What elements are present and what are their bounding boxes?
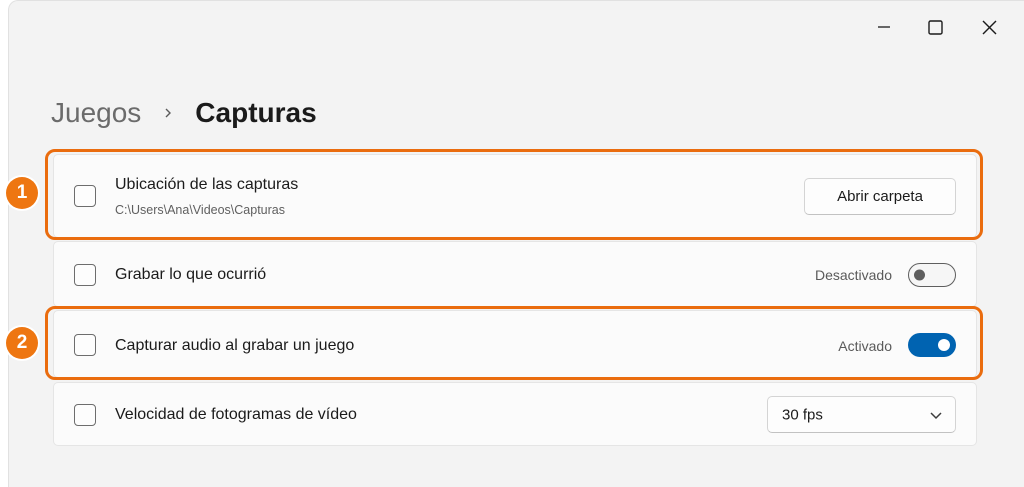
step-marker-1: 1	[6, 177, 38, 209]
maximize-icon	[927, 19, 943, 35]
framerate-dropdown[interactable]: 30 fps	[767, 396, 956, 433]
close-button[interactable]	[964, 1, 1014, 53]
record-what-happened-toggle[interactable]	[908, 263, 956, 287]
framerate-selected-value: 30 fps	[782, 406, 823, 423]
framerate-label: Velocidad de fotogramas de vídeo	[115, 406, 357, 423]
framerate-card: Velocidad de fotogramas de vídeo 30 fps	[53, 382, 977, 446]
capture-location-path: C:\Users\Ana\Videos\Capturas	[115, 203, 285, 217]
record-icon	[74, 264, 96, 286]
capture-location-label: Ubicación de las capturas	[115, 176, 299, 193]
breadcrumb: Juegos Capturas	[51, 93, 317, 133]
video-icon	[74, 404, 96, 426]
capture-audio-card: Capturar audio al grabar un juego Activa…	[53, 310, 977, 378]
record-what-happened-card: Grabar lo que ocurrió Desactivado	[53, 241, 977, 307]
microphone-icon	[74, 334, 96, 356]
step-marker-2: 2	[6, 327, 38, 359]
chevron-down-icon	[930, 411, 942, 419]
minimize-button[interactable]	[859, 1, 909, 53]
maximize-button[interactable]	[910, 1, 960, 53]
close-icon	[982, 20, 996, 34]
capture-audio-toggle[interactable]	[908, 333, 956, 357]
folder-icon	[74, 185, 96, 207]
settings-window: Juegos Capturas Ubicación de las captura…	[8, 0, 1024, 487]
record-state-label: Desactivado	[814, 267, 892, 283]
minimize-icon	[878, 26, 890, 28]
toggle-knob	[914, 269, 925, 281]
capture-audio-state-label: Activado	[838, 338, 892, 354]
capture-audio-label: Capturar audio al grabar un juego	[115, 337, 355, 354]
capture-location-card: Ubicación de las capturas C:\Users\Ana\V…	[53, 154, 977, 238]
record-what-happened-label: Grabar lo que ocurrió	[115, 266, 267, 283]
toggle-knob	[938, 339, 950, 351]
breadcrumb-parent-link[interactable]: Juegos	[51, 97, 141, 129]
chevron-right-icon	[141, 107, 195, 119]
page-title: Capturas	[195, 97, 317, 128]
open-folder-button[interactable]: Abrir carpeta	[804, 178, 956, 215]
